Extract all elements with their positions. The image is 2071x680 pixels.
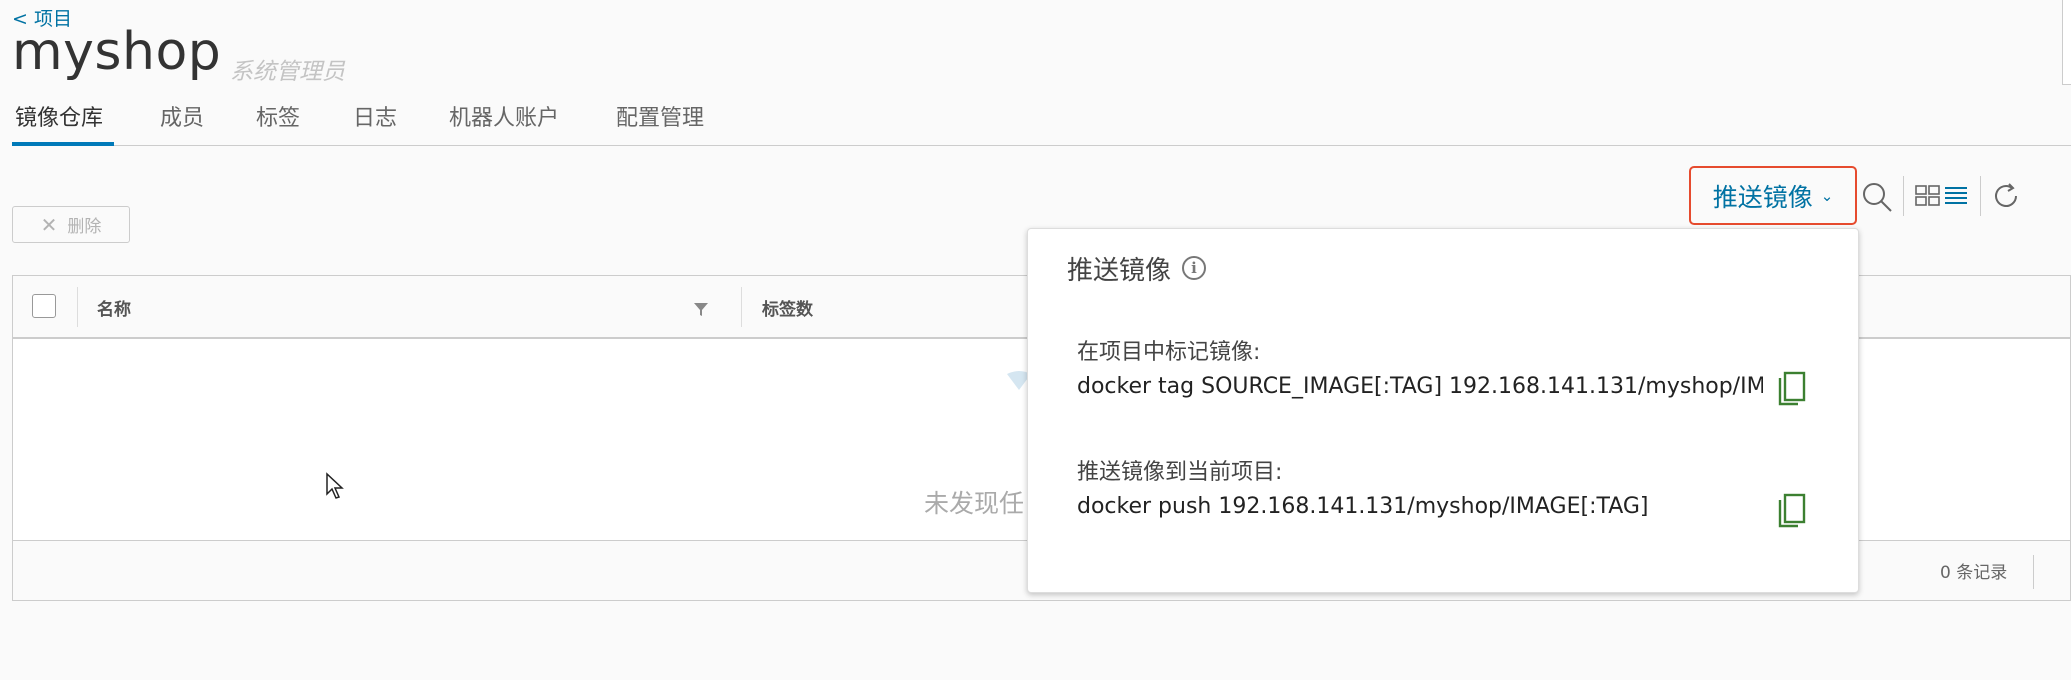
popover-title: 推送镜像 [1067,256,1172,286]
filter-icon[interactable] [692,300,710,318]
push-command-label: 推送镜像到当前项目: [1077,460,1283,485]
chevron-down-icon: ⌄ [1820,186,1834,205]
select-all-checkbox[interactable] [32,294,56,318]
copy-icon[interactable] [1777,492,1807,530]
column-divider [77,287,78,327]
close-icon: ✕ [40,212,58,237]
role-label: 系统管理员 [230,59,345,85]
active-tab-indicator [12,142,114,146]
push-image-button[interactable]: 推送镜像 ⌄ [1689,166,1857,225]
record-count: 0 条记录 [1940,563,2008,583]
tabs-divider [12,145,2071,146]
push-command-text: docker push 192.168.141.131/myshop/IMAGE… [1077,494,1649,519]
footer-divider [2033,555,2034,589]
toolbar-divider [1903,176,1904,216]
tag-command-text: docker tag SOURCE_IMAGE[:TAG] 192.168.14… [1077,374,1763,399]
search-icon[interactable] [1860,180,1894,214]
tab-logs[interactable]: 日志 [353,100,397,132]
refresh-icon[interactable] [1990,180,2022,212]
tab-configuration[interactable]: 配置管理 [616,100,704,132]
tab-labels[interactable]: 标签 [256,100,300,132]
push-image-label: 推送镜像 [1712,182,1813,212]
tab-robot-accounts[interactable]: 机器人账户 [449,100,559,132]
scrollbar[interactable] [2062,0,2071,85]
delete-label: 删除 [67,217,102,237]
column-divider [741,287,742,327]
card-view-icon[interactable] [1915,184,1941,208]
delete-button[interactable]: ✕ 删除 [12,206,130,243]
tag-command-label: 在项目中标记镜像: [1077,340,1261,365]
tab-repositories[interactable]: 镜像仓库 [15,100,103,132]
empty-state-text: 未发现任 [924,489,1025,518]
toolbar-divider [1980,176,1981,216]
project-title: myshop [12,22,222,82]
info-icon[interactable]: i [1182,256,1206,280]
list-view-icon[interactable] [1943,184,1969,208]
copy-icon[interactable] [1777,370,1807,408]
cursor-icon [326,472,344,499]
tab-members[interactable]: 成员 [160,100,204,132]
column-header-name[interactable]: 名称 [97,295,131,320]
column-header-tag-count[interactable]: 标签数 [762,295,813,320]
